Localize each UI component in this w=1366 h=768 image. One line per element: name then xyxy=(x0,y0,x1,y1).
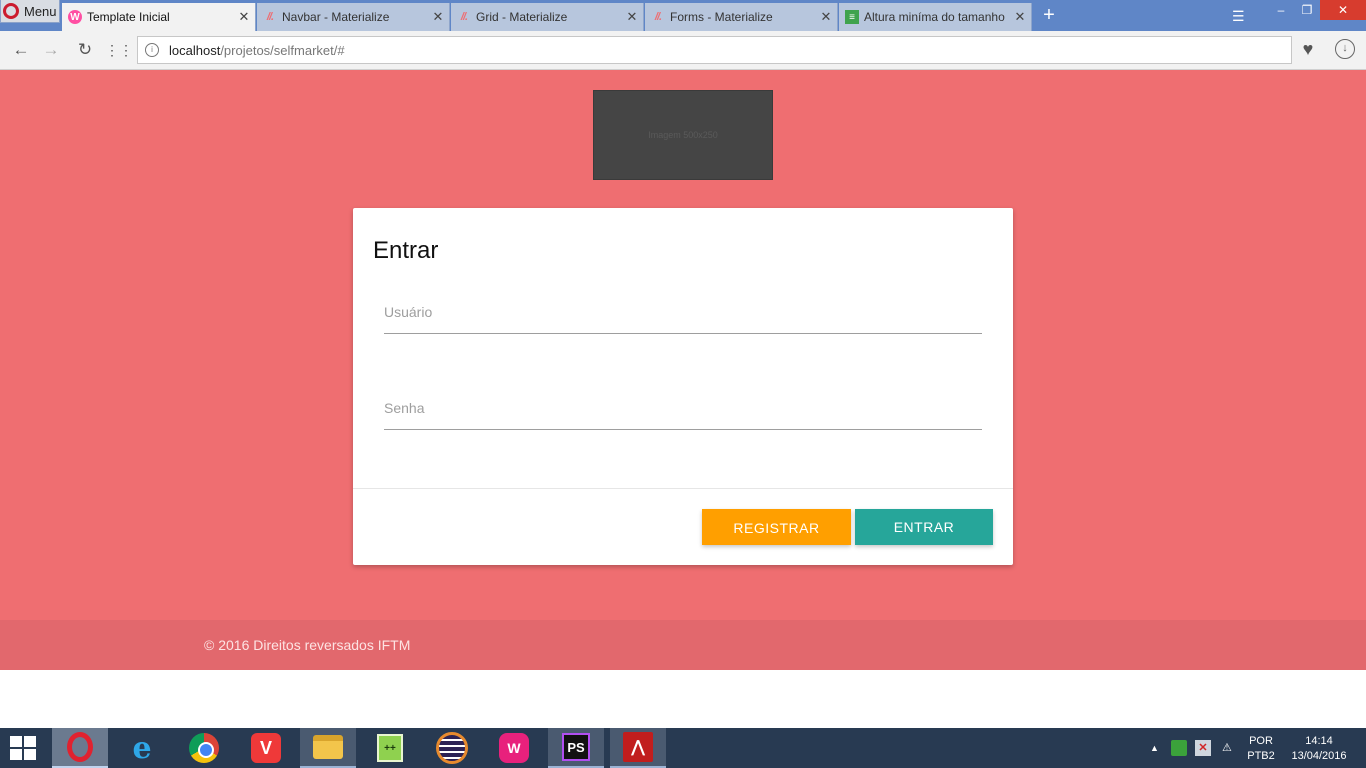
login-button[interactable]: ENTRAR xyxy=(855,509,993,545)
window-controls: – ❐ ✕ xyxy=(1268,0,1366,20)
taskbar-phpstorm[interactable]: PS xyxy=(548,728,604,768)
footer-copyright: © 2016 Direitos reversados IFTM xyxy=(204,637,411,653)
logo-placeholder-image: Imagem 500x250 xyxy=(593,90,773,180)
materialize-icon: //. xyxy=(266,11,274,23)
address-bar[interactable]: i localhost/projetos/selfmarket/# xyxy=(137,36,1292,64)
back-arrow-icon[interactable]: ← xyxy=(10,39,32,61)
taskbar-eclipse[interactable] xyxy=(424,728,480,768)
page-body: Imagem 500x250 Entrar Usuário Senha REGI… xyxy=(0,70,1366,670)
vivaldi-icon: V xyxy=(251,733,281,763)
card-action-divider xyxy=(353,488,1013,489)
restore-icon[interactable]: ❐ xyxy=(1294,0,1320,20)
acrobat-reader-icon: ⋀ xyxy=(623,732,653,762)
taskbar-clock[interactable]: 14:14 13/04/2016 xyxy=(1286,734,1352,764)
tab-forms-materialize[interactable]: //. Forms - Materialize ✕ xyxy=(645,3,838,31)
wamp-tray-icon[interactable] xyxy=(1170,740,1187,756)
taskbar-wampserver[interactable]: W xyxy=(486,728,542,768)
login-card: Entrar Usuário Senha REGISTRAR ENTRAR xyxy=(353,208,1013,565)
taskbar-opera[interactable] xyxy=(52,728,108,768)
wamp-icon: W xyxy=(68,10,82,24)
speed-dial-grid-icon[interactable]: ⋮⋮ xyxy=(105,39,133,61)
username-field[interactable]: Usuário xyxy=(384,304,982,334)
windows-start-icon[interactable] xyxy=(10,736,38,760)
wampserver-icon: W xyxy=(499,733,529,763)
site-info-icon[interactable]: i xyxy=(145,43,159,57)
forward-arrow-icon[interactable]: → xyxy=(40,39,62,61)
browser-tab-strip: Menu W Template Inicial ✕ //. Navbar - M… xyxy=(0,0,1366,31)
keyboard-layout: PTB2 xyxy=(1247,750,1275,762)
tab-title: Altura miníma do tamanho xyxy=(864,10,1005,24)
close-icon[interactable]: ✕ xyxy=(621,9,643,25)
reload-icon[interactable]: ↻ xyxy=(74,39,96,61)
tab-altura-minima[interactable]: ≡ Altura miníma do tamanho ✕ xyxy=(839,3,1032,31)
eclipse-icon xyxy=(436,732,468,764)
taskbar-internet-explorer[interactable]: e xyxy=(114,728,170,768)
browser-toolbar: ← → ↻ ⋮⋮ i localhost/projetos/selfmarket… xyxy=(0,31,1366,70)
notepad-plus-plus-icon: ++ xyxy=(377,734,403,762)
close-icon[interactable]: ✕ xyxy=(815,9,837,25)
stackoverflow-icon: ≡ xyxy=(845,10,859,24)
tab-template-inicial[interactable]: W Template Inicial ✕ xyxy=(62,3,256,31)
phpstorm-icon: PS xyxy=(562,733,590,761)
username-input[interactable] xyxy=(384,304,982,332)
materialize-icon: //. xyxy=(460,11,468,23)
minimize-icon[interactable]: – xyxy=(1268,0,1294,20)
close-icon[interactable]: ✕ xyxy=(427,9,449,25)
tab-navbar-materialize[interactable]: //. Navbar - Materialize ✕ xyxy=(257,3,450,31)
url-host: localhost xyxy=(169,42,221,58)
close-icon[interactable]: ✕ xyxy=(1009,9,1031,25)
taskbar-vivaldi[interactable]: V xyxy=(238,728,294,768)
new-tab-button[interactable]: + xyxy=(1038,4,1060,26)
password-input[interactable] xyxy=(384,400,982,428)
language-code: POR xyxy=(1249,735,1273,747)
show-hidden-icons-icon[interactable]: ▲ xyxy=(1150,743,1159,753)
chrome-icon xyxy=(189,733,219,763)
close-icon[interactable]: ✕ xyxy=(233,9,255,25)
taskbar-chrome[interactable] xyxy=(176,728,232,768)
download-icon[interactable]: ↓ xyxy=(1335,39,1355,59)
system-tray: ▲ ✕ ⚠ xyxy=(1150,728,1243,768)
taskbar-notepad-plus-plus[interactable]: ++ xyxy=(362,728,418,768)
url-path: /projetos/selfmarket/# xyxy=(220,42,345,58)
taskbar-acrobat-reader[interactable]: ⋀ xyxy=(610,728,666,768)
tab-title: Template Inicial xyxy=(87,10,170,24)
opera-logo-icon xyxy=(3,3,19,19)
register-button[interactable]: REGISTRAR xyxy=(702,509,851,545)
action-center-flag-icon[interactable]: ✕ xyxy=(1194,740,1211,756)
clock-date: 13/04/2016 xyxy=(1291,750,1347,762)
tab-title: Forms - Materialize xyxy=(670,10,773,24)
tab-menu-icon[interactable]: ☰ xyxy=(1232,8,1245,25)
menu-label: Menu xyxy=(24,3,57,19)
tab-title: Grid - Materialize xyxy=(476,10,568,24)
materialize-icon: //. xyxy=(654,11,662,23)
password-field[interactable]: Senha xyxy=(384,400,982,430)
taskbar-file-explorer[interactable] xyxy=(300,728,356,768)
clock-time: 14:14 xyxy=(1305,735,1333,747)
network-warning-icon[interactable]: ⚠ xyxy=(1219,740,1235,756)
heart-bookmark-icon[interactable]: ♥ xyxy=(1296,39,1320,61)
internet-explorer-icon: e xyxy=(132,730,152,766)
opera-icon xyxy=(67,732,93,762)
window-close-icon[interactable]: ✕ xyxy=(1320,0,1366,20)
tab-grid-materialize[interactable]: //. Grid - Materialize ✕ xyxy=(451,3,644,31)
file-explorer-icon xyxy=(313,735,343,759)
tab-title: Navbar - Materialize xyxy=(282,10,390,24)
card-title: Entrar xyxy=(373,237,439,264)
page-footer: © 2016 Direitos reversados IFTM xyxy=(0,620,1366,670)
windows-taskbar: e V ++ W PS ⋀ ▲ ✕ ⚠ POR PTB2 14:14 13/04… xyxy=(0,728,1366,768)
input-language-indicator[interactable]: POR PTB2 xyxy=(1245,734,1277,764)
opera-menu-button[interactable]: Menu xyxy=(0,0,60,23)
